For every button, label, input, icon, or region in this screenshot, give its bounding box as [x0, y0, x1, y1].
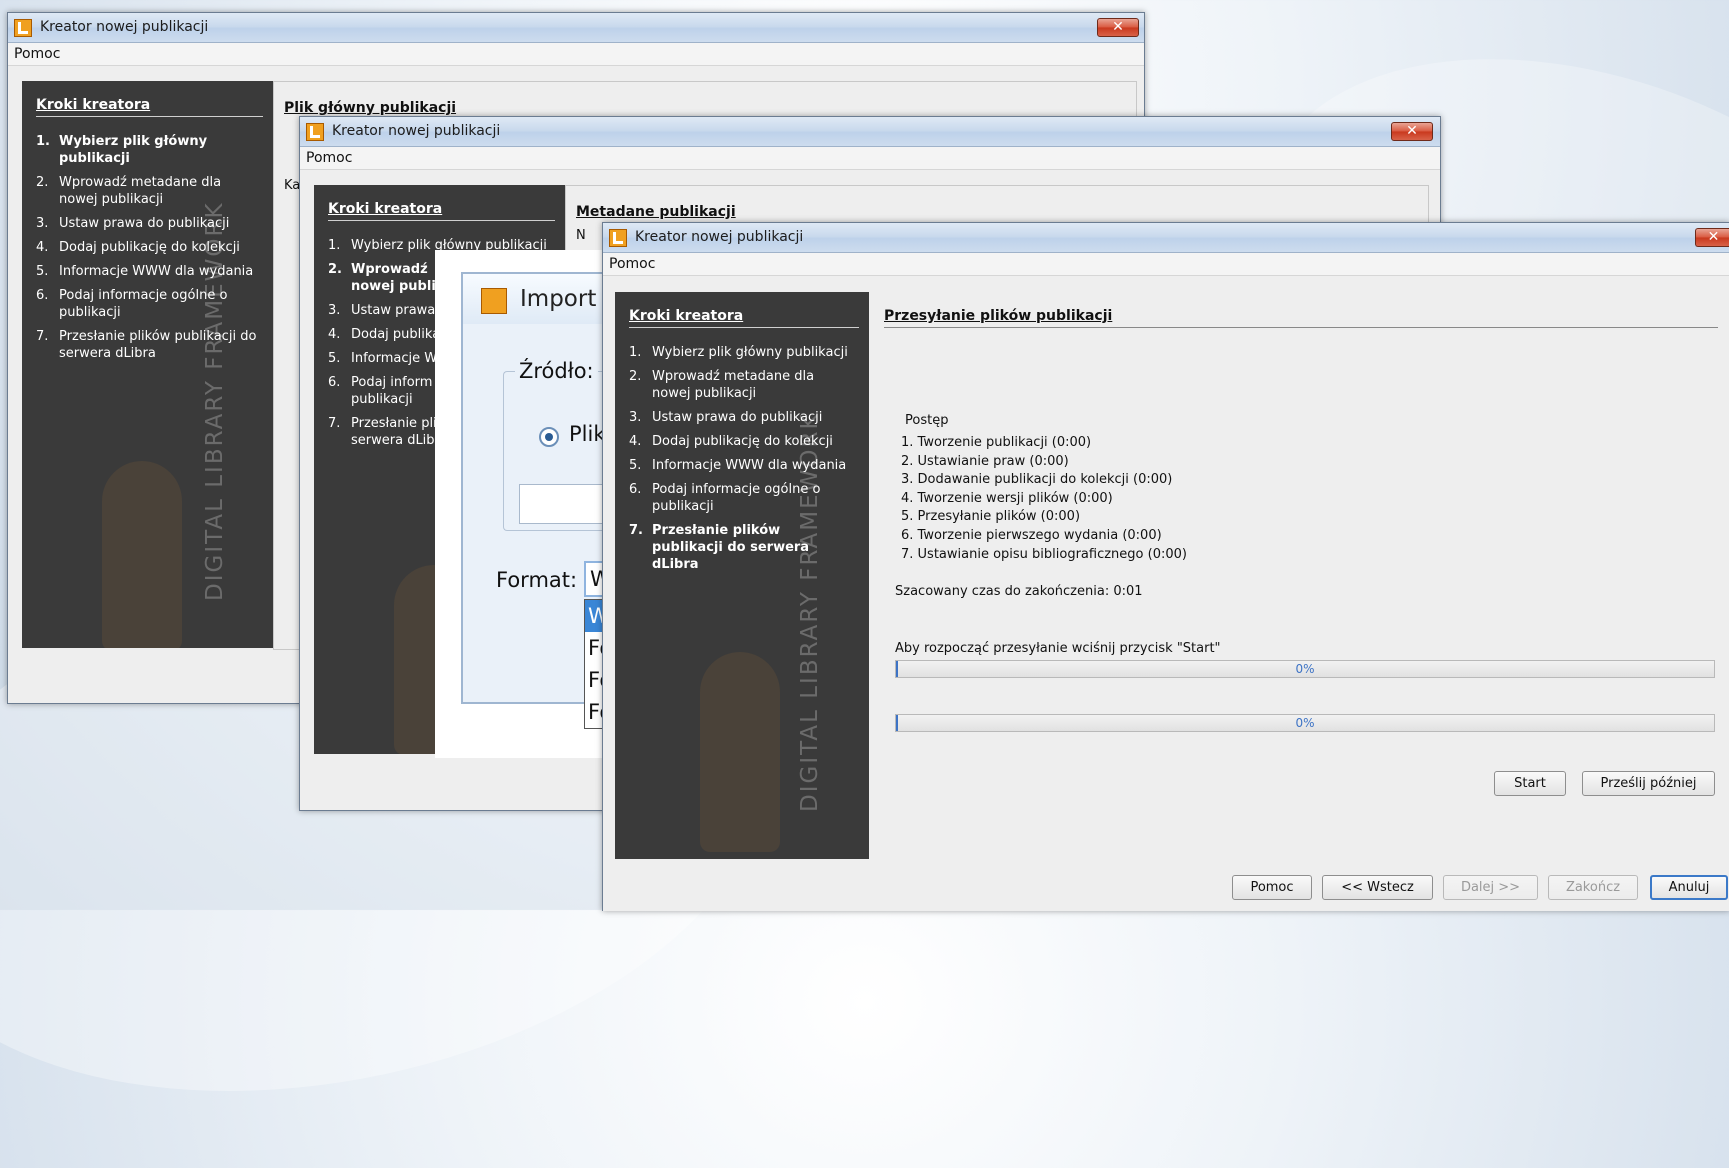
- import-dialog: Import Źródło: Plik Format: W W Fo Fo Fo: [461, 272, 614, 729]
- step-item: 4. Dodaj publikację do kolekcji: [629, 434, 833, 449]
- wizard-window-3: Kreator nowej publikacji ✕ Pomoc DIGITAL…: [602, 222, 1729, 911]
- progress-step: 5. Przesyłanie plików (0:00): [901, 509, 1081, 525]
- progress-percent: 0%: [1295, 662, 1315, 676]
- app-icon: [14, 19, 32, 37]
- close-button[interactable]: ✕: [1695, 228, 1729, 247]
- start-button[interactable]: Start: [1494, 771, 1566, 796]
- title-bar[interactable]: Kreator nowej publikacji ✕: [300, 117, 1440, 147]
- dlibra-logo-watermark: [700, 652, 780, 852]
- panel-title: Przesyłanie plików publikacji: [884, 308, 1113, 324]
- content-area: Przesyłanie plików publikacji Postęp 1. …: [869, 292, 1729, 859]
- import-title: Import: [520, 286, 597, 312]
- progress-step: 6. Tworzenie pierwszego wydania (0:00): [901, 527, 1162, 543]
- step-item: 2. Wprowadź metadane dla nowej publikacji: [629, 369, 815, 401]
- step-item: 1. Wybierz plik główny publikacji: [36, 134, 208, 166]
- progress-percent: 0%: [1295, 716, 1315, 730]
- sidebar-title: Kroki kreatora: [328, 201, 555, 221]
- finish-button[interactable]: Zakończ: [1548, 875, 1638, 900]
- next-button[interactable]: Dalej >>: [1443, 875, 1538, 900]
- step-item: 1. Wybierz plik główny publikacji: [629, 345, 848, 360]
- step-item: 3. Ustaw prawa do publikacji: [629, 410, 823, 425]
- cancel-button[interactable]: Anuluj: [1650, 875, 1728, 900]
- start-hint: Aby rozpocząć przesyłanie wciśnij przyci…: [895, 641, 1221, 656]
- menu-help[interactable]: Pomoc: [306, 150, 352, 166]
- content-label: Ka: [284, 178, 301, 193]
- step-item: 4. Dodaj publikację do kolekcji: [36, 240, 240, 255]
- file-radio[interactable]: [539, 427, 559, 447]
- import-title-bar[interactable]: Import: [463, 274, 605, 324]
- app-icon: [481, 288, 507, 314]
- step-item: 3. Ustaw prawa do publikacji: [36, 216, 230, 231]
- wizard-steps-sidebar: DIGITAL LIBRARY FRAMEWORK Kroki kreatora…: [615, 292, 869, 859]
- step-item: 7. Przesłanie plików publikacji do serwer…: [36, 329, 257, 361]
- menu-bar: Pomoc: [300, 147, 1440, 170]
- window-title: Kreator nowej publikacji: [332, 123, 501, 139]
- step-item: 6. Podaj informacje ogólne o publikacji: [629, 482, 821, 514]
- step-item: 6. Podaj informacje ogólne o publikacji: [36, 288, 228, 320]
- content-label: N: [576, 228, 586, 243]
- window-title: Kreator nowej publikacji: [40, 19, 209, 35]
- menu-bar: Pomoc: [8, 43, 1144, 66]
- dlibra-logo-watermark: [102, 461, 182, 648]
- app-icon: [609, 229, 627, 247]
- panel-title: Metadane publikacji: [576, 204, 736, 220]
- progress-step: 1. Tworzenie publikacji (0:00): [901, 435, 1092, 450]
- title-bar[interactable]: Kreator nowej publikacji ✕: [8, 13, 1144, 43]
- sidebar-title: Kroki kreatora: [629, 308, 859, 328]
- panel-title-rule: [884, 327, 1718, 328]
- step-item: 5. Informacje WWW dla wydania: [36, 264, 254, 279]
- menu-help[interactable]: Pomoc: [609, 256, 655, 272]
- menu-bar: Pomoc: [603, 253, 1729, 276]
- step-item: 7. Przesłanie plików publikacji do serwer…: [629, 523, 810, 572]
- step-list: 1. Wybierz plik główny publikacji 2. Wprow…: [36, 133, 259, 369]
- progress-step: 4. Tworzenie wersji plików (0:00): [901, 490, 1113, 506]
- panel-title: Plik główny publikacji: [284, 100, 457, 116]
- file-radio-label: Plik: [569, 422, 606, 446]
- progress-bar-total: 0%: [895, 660, 1715, 678]
- step-item: 2. Wprowadź metadane dla nowej publikacji: [36, 175, 222, 207]
- progress-step: 2. Ustawianie praw (0:00): [901, 453, 1069, 469]
- window-title: Kreator nowej publikacji: [635, 229, 804, 245]
- progress-step-list: 1. Tworzenie publikacji (0:00) 2. Ustawi…: [901, 434, 1187, 564]
- close-button[interactable]: ✕: [1391, 122, 1433, 141]
- send-later-button[interactable]: Prześlij później: [1582, 771, 1715, 796]
- file-path-input[interactable]: [519, 484, 611, 524]
- estimated-time: Szacowany czas do zakończenia: 0:01: [895, 584, 1143, 599]
- progress-step: 3. Dodawanie publikacji do kolekcji (0:0…: [901, 472, 1173, 488]
- title-bar[interactable]: Kreator nowej publikacji ✕: [603, 223, 1729, 253]
- app-icon: [306, 123, 324, 141]
- step-list: 1. Wybierz plik główny publikacji 2. Wprow…: [629, 344, 855, 580]
- sidebar-title: Kroki kreatora: [36, 97, 263, 117]
- back-button[interactable]: << Wstecz: [1322, 875, 1433, 900]
- format-label: Format:: [496, 568, 578, 592]
- progress-bar-file: 0%: [895, 714, 1715, 732]
- close-button[interactable]: ✕: [1097, 18, 1139, 37]
- progress-step: 7. Ustawianie opisu bibliograficznego (0…: [901, 546, 1187, 562]
- wizard-steps-sidebar: DIGITAL LIBRARY FRAMEWORK Kroki kreatora…: [22, 81, 273, 648]
- source-label: Źródło:: [515, 359, 598, 383]
- step-item: 5. Informacje WWW dla wydania: [629, 458, 847, 473]
- help-button[interactable]: Pomoc: [1232, 875, 1312, 900]
- menu-help[interactable]: Pomoc: [14, 46, 60, 62]
- progress-header: Postęp: [905, 413, 949, 428]
